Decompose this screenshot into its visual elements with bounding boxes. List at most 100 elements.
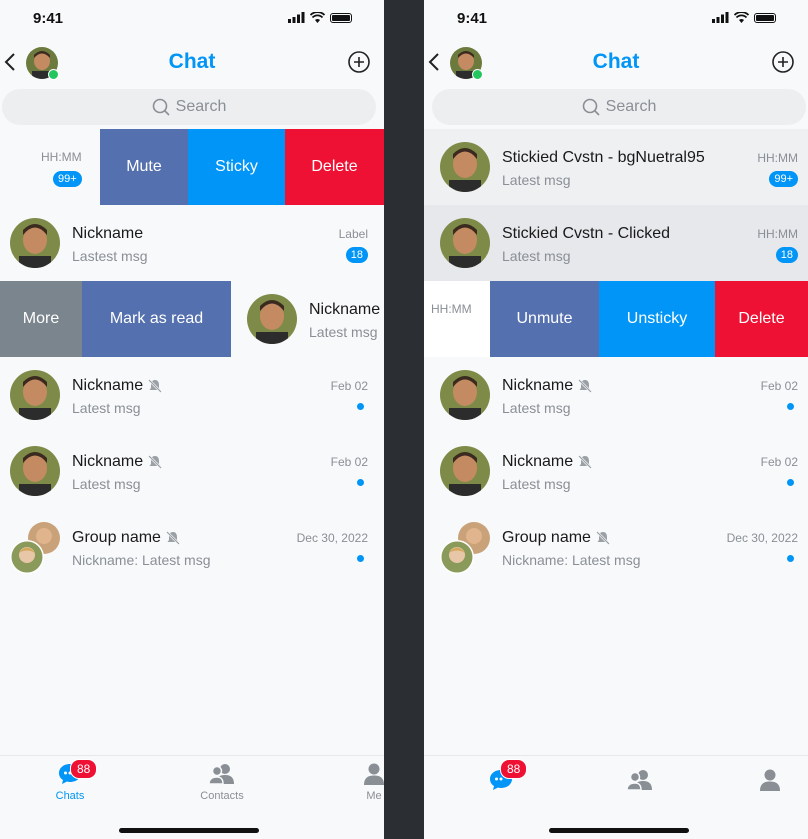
- list-item[interactable]: Stickied Cvstn - Clicked Latest msg HH:M…: [424, 205, 808, 281]
- latest-message: Latest msg: [502, 172, 571, 188]
- mute-button[interactable]: Mute: [100, 129, 188, 205]
- bell-off-icon: [578, 379, 593, 393]
- group-name: Group name: [72, 529, 161, 546]
- header: Chat: [424, 44, 808, 80]
- person-icon: [364, 763, 384, 785]
- row-label: Label: [338, 227, 368, 241]
- bell-off-icon: [578, 455, 593, 469]
- contact-name: Nickname: [72, 453, 144, 470]
- unread-badge: 18: [345, 247, 368, 263]
- home-indicator: [119, 828, 259, 833]
- group-name: Group name: [502, 529, 591, 546]
- list-item[interactable]: Nickname Latest msg Feb 02: [424, 433, 808, 509]
- plus-icon[interactable]: [772, 51, 794, 73]
- home-indicator: [549, 828, 689, 833]
- latest-message: Nickname: Latest msg: [72, 552, 211, 568]
- group-name-row: Group name: [72, 529, 181, 547]
- bell-off-icon: [596, 531, 610, 545]
- list-item[interactable]: Nickname Lastest msg Label 18: [0, 205, 384, 281]
- latest-message: Latest msg: [72, 476, 141, 492]
- contact-name: Nickname: [502, 377, 574, 394]
- row-date: Feb 02: [330, 379, 368, 393]
- bell-off-icon: [166, 531, 180, 545]
- contact-name-row: Nickname: [502, 453, 593, 471]
- latest-message: Nickname: Latest msg: [502, 552, 641, 568]
- bell-off-icon: [148, 379, 163, 393]
- unsticky-button[interactable]: Unsticky: [599, 281, 715, 357]
- delete-button[interactable]: Delete: [715, 281, 808, 357]
- row-date: Dec 30, 2022: [296, 531, 368, 545]
- latest-message: Latest msg: [502, 476, 571, 492]
- avatar: [247, 294, 297, 344]
- chats-badge: 88: [500, 759, 528, 779]
- delete-button[interactable]: Delete: [285, 129, 384, 205]
- group-avatar: [10, 522, 62, 574]
- status-icons: [712, 12, 776, 23]
- contact-name: Nickname: [502, 453, 574, 470]
- bell-off-icon: [148, 455, 163, 469]
- search-input[interactable]: Search: [2, 89, 376, 125]
- tab-contacts[interactable]: [600, 768, 680, 792]
- contact-name-row: Nickname: [72, 377, 163, 395]
- signal-icon: [288, 12, 305, 23]
- unread-dot: [357, 403, 364, 410]
- unread-badge: 99+: [769, 171, 798, 187]
- latest-message: Latest msg: [502, 248, 571, 264]
- more-button[interactable]: More: [0, 281, 82, 357]
- sticky-button[interactable]: Sticky: [188, 129, 285, 205]
- row-date: HH:MM: [41, 150, 82, 164]
- plus-icon[interactable]: [348, 51, 370, 73]
- search-input[interactable]: Search: [432, 89, 806, 125]
- latest-message: Latest msg: [502, 400, 571, 416]
- tab-me[interactable]: Me: [334, 762, 384, 802]
- row-date: Feb 02: [760, 455, 798, 469]
- unread-dot: [357, 555, 364, 562]
- latest-message: Latest msg: [309, 324, 378, 340]
- battery-icon: [754, 12, 776, 23]
- divider: [384, 0, 424, 839]
- list-item[interactable]: Nickname Latest msg Feb 02: [0, 433, 384, 509]
- avatar: [10, 446, 60, 496]
- row-date: Dec 30, 2022: [726, 531, 798, 545]
- tab-me[interactable]: [730, 768, 808, 792]
- avatar: [440, 142, 490, 192]
- avatar: [440, 218, 490, 268]
- list-item[interactable]: Nickname Latest msg Feb 02: [0, 357, 384, 433]
- unread-dot: [787, 403, 794, 410]
- status-time: 9:41: [457, 10, 488, 27]
- tab-contacts[interactable]: Contacts: [182, 762, 262, 802]
- page-title: Chat: [592, 50, 640, 73]
- search-icon: [152, 98, 170, 116]
- contact-name-row: Nickname: [72, 453, 163, 471]
- group-avatar: [440, 522, 492, 574]
- unread-dot: [787, 555, 794, 562]
- avatar: [10, 370, 60, 420]
- list-item[interactable]: More Mark as read Nickname Latest msg: [0, 281, 384, 357]
- mark-as-read-button[interactable]: Mark as read: [82, 281, 231, 357]
- search-placeholder: Search: [175, 98, 227, 115]
- list-item[interactable]: Group name Nickname: Latest msg Dec 30, …: [0, 509, 384, 585]
- list-item[interactable]: Nickname Latest msg Feb 02: [424, 357, 808, 433]
- status-time: 9:41: [33, 10, 64, 27]
- tab-chats-label: Chats: [55, 790, 85, 802]
- unread-badge: 18: [775, 247, 798, 263]
- left-screen: 9:41 Chat Search HH:MM 99+ Mute Sticky D…: [0, 0, 384, 839]
- tab-bar: Chats 88 Contacts Me: [0, 755, 384, 839]
- search-placeholder: Search: [605, 98, 657, 115]
- person-icon: [760, 769, 780, 791]
- row-date: Feb 02: [330, 455, 368, 469]
- group-name-row: Group name: [502, 529, 611, 547]
- contact-name: Nickname: [309, 301, 381, 318]
- signal-icon: [712, 12, 729, 23]
- tab-bar: 88: [424, 755, 808, 839]
- unread-badge: 99+: [53, 171, 82, 187]
- wifi-icon: [310, 12, 325, 23]
- list-item[interactable]: HH:MM Unmute Unsticky Delete: [424, 281, 808, 357]
- status-icons: [288, 12, 352, 23]
- list-item[interactable]: Group name Nickname: Latest msg Dec 30, …: [424, 509, 808, 585]
- unmute-button[interactable]: Unmute: [490, 281, 599, 357]
- row-date: HH:MM: [757, 151, 798, 165]
- wifi-icon: [734, 12, 749, 23]
- list-item[interactable]: HH:MM 99+ Mute Sticky Delete: [0, 129, 384, 205]
- list-item[interactable]: Stickied Cvstn - bgNuetral95 Latest msg …: [424, 129, 808, 205]
